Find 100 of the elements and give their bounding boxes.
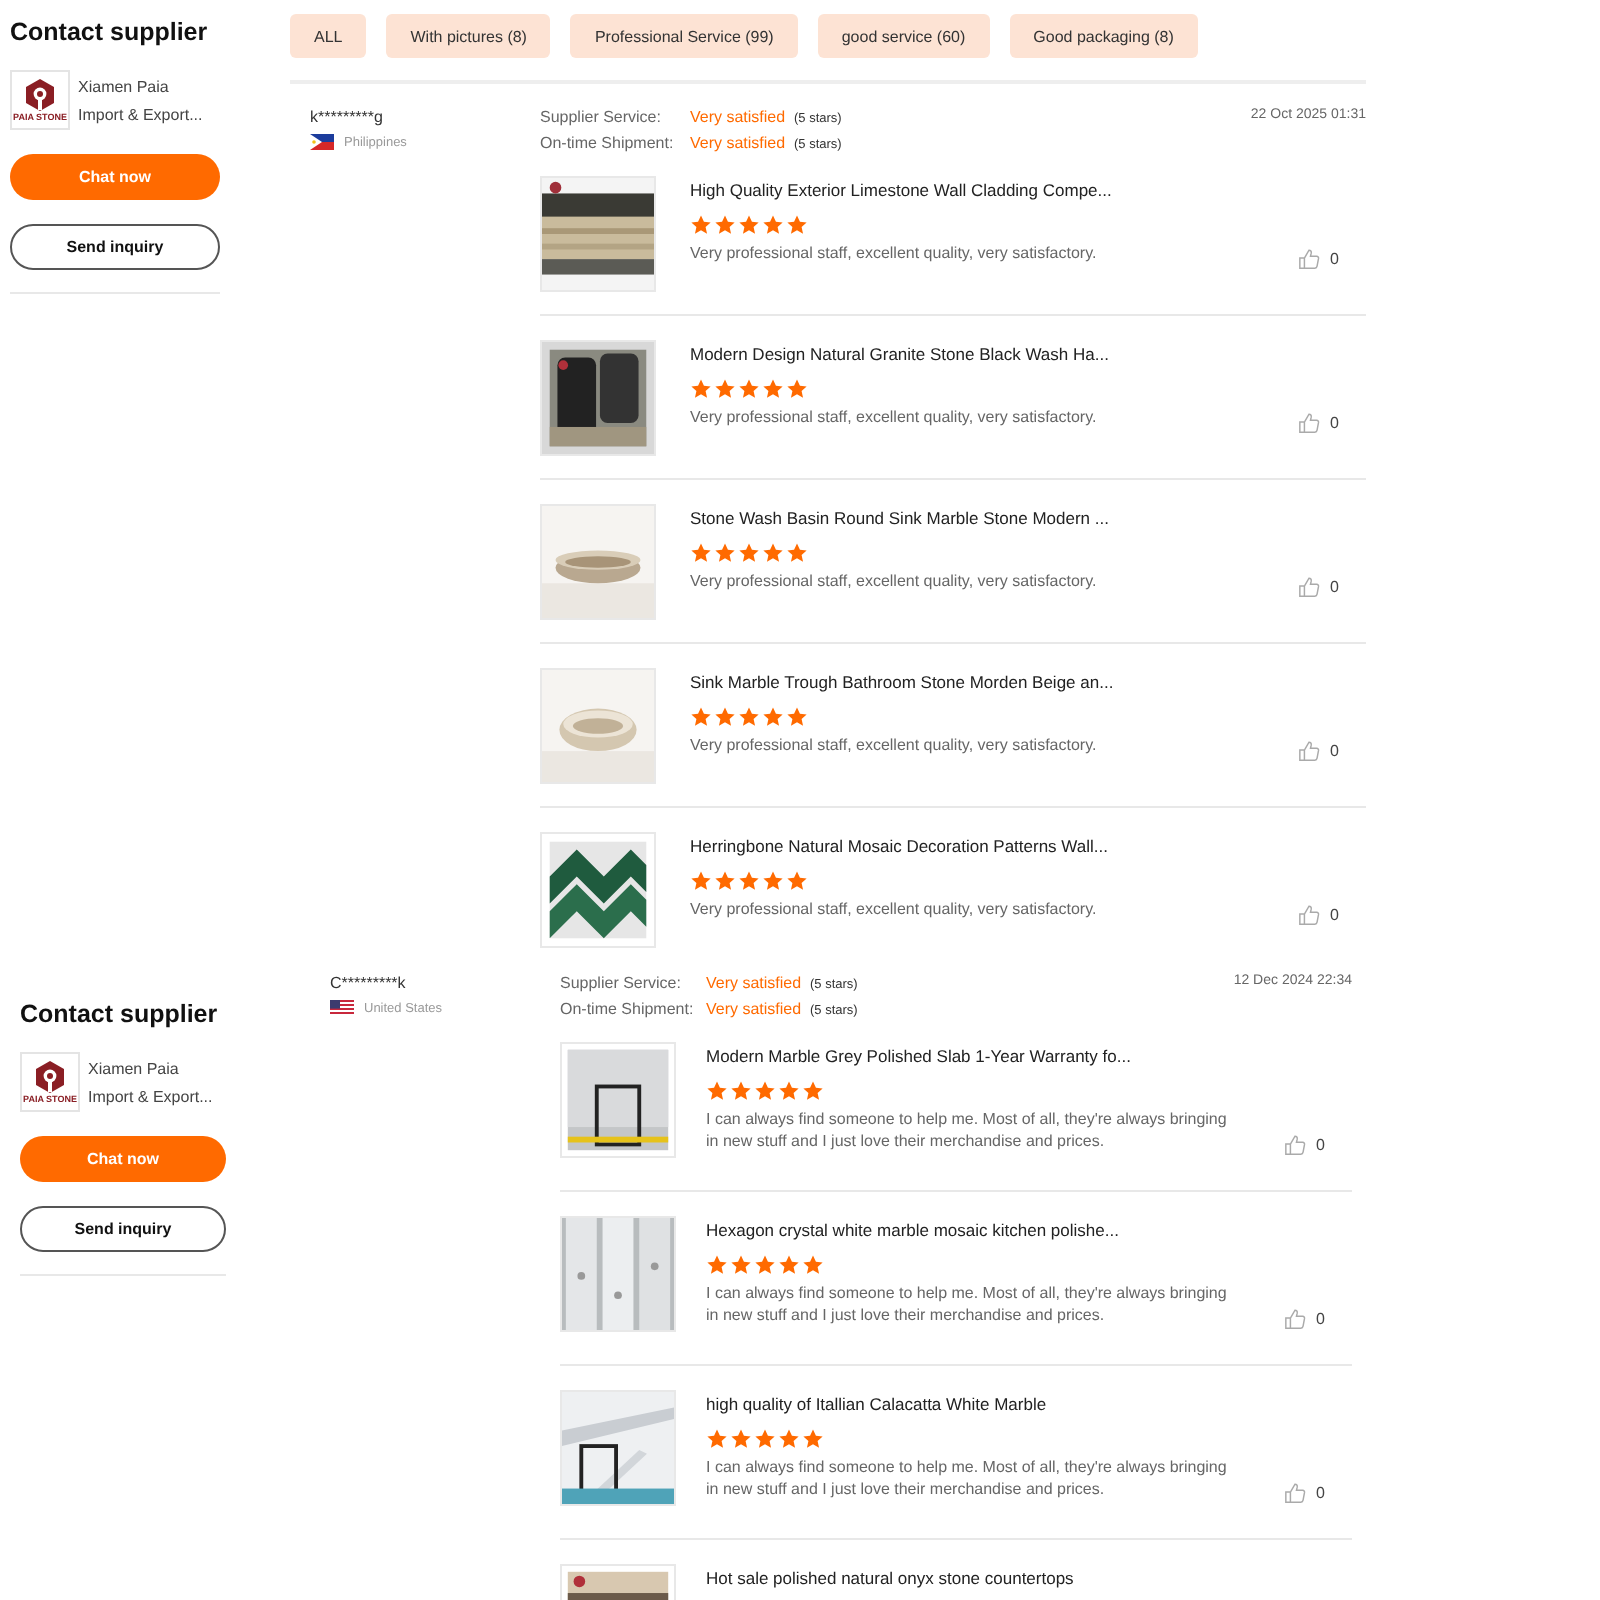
star-icon: [714, 870, 736, 892]
thumbnail-frame[interactable]: [540, 340, 656, 456]
thumbs-up-icon[interactable]: [1298, 904, 1320, 926]
star-icon: [802, 1080, 824, 1102]
star-icon: [738, 214, 760, 236]
thumbs-up-icon[interactable]: [1284, 1308, 1306, 1330]
thumbs-up-icon[interactable]: [1284, 1134, 1306, 1156]
review-text: Very professional staff, excellent quality, very satisfactory.: [690, 734, 1099, 756]
star-icon: [762, 542, 784, 564]
rating-label: Supplier Service:: [560, 974, 683, 992]
product-title[interactable]: Modern Design Natural Granite Stone Black Wash Ha...: [690, 344, 1298, 364]
rating-value: Very satisfied: [690, 108, 788, 126]
star-icon: [762, 214, 784, 236]
star-icon: [690, 542, 712, 564]
thumbnail-frame[interactable]: [560, 1042, 676, 1158]
star-icon: [778, 1428, 800, 1450]
star-icon: [754, 1080, 776, 1102]
like-count: 0: [1316, 1310, 1325, 1328]
star-icon: [754, 1254, 776, 1276]
company-name: Import & Export...: [88, 1087, 213, 1105]
star-icon: [802, 1254, 824, 1276]
star-icon: [738, 870, 760, 892]
star-icon: [690, 214, 712, 236]
filter-chip[interactable]: ALL: [290, 14, 367, 58]
star-icon: [730, 1080, 752, 1102]
rating-value: Very satisfied: [706, 1000, 804, 1018]
star-icon: [714, 378, 736, 400]
thumbs-up-icon[interactable]: [1298, 248, 1320, 270]
rating-value: Very satisfied: [690, 134, 788, 152]
star-icon: [706, 1428, 728, 1450]
thumbnail-frame[interactable]: [540, 176, 656, 292]
review-text: Very professional staff, excellent quality, very satisfactory.: [690, 242, 1099, 264]
star-icon: [786, 214, 808, 236]
star-icon: [730, 1428, 752, 1450]
flag-icon: [310, 134, 334, 150]
star-icon: [786, 542, 808, 564]
section-title: Contact supplier: [20, 1000, 220, 1028]
like-count: 0: [1316, 1136, 1325, 1154]
thumbs-up-icon[interactable]: [1284, 1482, 1306, 1504]
rating-label: On-time Shipment:: [540, 134, 676, 152]
like-count: 0: [1316, 1484, 1325, 1502]
star-icon: [706, 1080, 728, 1102]
product-title[interactable]: Sink Marble Trough Bathroom Stone Morden Beige an...: [690, 672, 1298, 692]
star-icon: [762, 870, 784, 892]
star-icon: [738, 378, 760, 400]
send-inquiry-button[interactable]: Send inquiry: [20, 1206, 226, 1252]
company-name: Import & Export...: [78, 105, 203, 123]
review-text: I can always find someone to help me. Most of all, they're always bringing in new stuff and I just love their merchandise and prices.: [706, 1456, 1229, 1500]
thumbnail-frame[interactable]: [560, 1390, 676, 1506]
star-icon: [690, 706, 712, 728]
star-icon: [714, 214, 736, 236]
star-icon: [778, 1080, 800, 1102]
product-title[interactable]: Modern Marble Grey Polished Slab 1-Year Warranty fo...: [706, 1046, 1284, 1066]
star-icon: [738, 542, 760, 564]
product-title[interactable]: Herringbone Natural Mosaic Decoration Patterns Wall...: [690, 836, 1298, 856]
section-title: Contact supplier: [10, 18, 210, 46]
filter-chip[interactable]: good service (60): [817, 14, 990, 58]
star-icon: [714, 542, 736, 564]
like-count: 0: [1330, 578, 1339, 596]
reviewer-name: k*********g: [310, 108, 385, 126]
star-icon: [754, 1428, 776, 1450]
review-text: Very professional staff, excellent quality, very satisfactory.: [690, 406, 1099, 428]
filter-chip[interactable]: Professional Service (99): [570, 14, 798, 58]
like-count: 0: [1330, 414, 1339, 432]
star-icon: [730, 1254, 752, 1276]
rating-label: Supplier Service:: [540, 108, 663, 126]
product-title[interactable]: Hexagon crystal white marble mosaic kitchen polishe...: [706, 1220, 1284, 1240]
review-text: Very professional staff, excellent quality, very satisfactory.: [690, 570, 1099, 592]
product-title[interactable]: Hot sale polished natural onyx stone countertops: [706, 1568, 1352, 1588]
filter-chip[interactable]: With pictures (8): [386, 14, 551, 58]
star-icon: [714, 706, 736, 728]
star-icon: [690, 378, 712, 400]
filter-chip[interactable]: Good packaging (8): [1009, 14, 1198, 58]
star-icon: [786, 706, 808, 728]
thumbnail-frame[interactable]: [540, 504, 656, 620]
star-icon: [786, 378, 808, 400]
star-icon: [786, 870, 808, 892]
like-count: 0: [1330, 742, 1339, 760]
reviewer-name: C*********k: [330, 974, 408, 992]
thumbs-up-icon[interactable]: [1298, 412, 1320, 434]
company-name: Xiamen Paia: [88, 1059, 181, 1077]
star-icon: [778, 1254, 800, 1276]
company-name: Xiamen Paia: [78, 77, 171, 95]
product-title[interactable]: High Quality Exterior Limestone Wall Cladding Compe...: [690, 180, 1298, 200]
send-inquiry-button[interactable]: Send inquiry: [10, 224, 220, 270]
like-count: 0: [1330, 906, 1339, 924]
star-icon: [738, 706, 760, 728]
review-text: Very professional staff, excellent quality, very satisfactory.: [690, 898, 1099, 920]
product-title[interactable]: Stone Wash Basin Round Sink Marble Stone Modern ...: [690, 508, 1298, 528]
thumbs-up-icon[interactable]: [1298, 740, 1320, 762]
thumbs-up-icon[interactable]: [1298, 576, 1320, 598]
thumbnail-frame[interactable]: [540, 668, 656, 784]
product-title[interactable]: high quality of Itallian Calacatta White Marble: [706, 1394, 1284, 1414]
thumbnail-frame[interactable]: [540, 832, 656, 948]
thumbnail-frame[interactable]: [560, 1216, 676, 1332]
star-icon: [706, 1254, 728, 1276]
rating-value: Very satisfied: [706, 974, 804, 992]
flag-icon: [330, 1000, 354, 1016]
review-text: I can always find someone to help me. Most of all, they're always bringing in new stuff and I just love their merchandise and prices.: [706, 1108, 1229, 1152]
like-count: 0: [1330, 250, 1339, 268]
